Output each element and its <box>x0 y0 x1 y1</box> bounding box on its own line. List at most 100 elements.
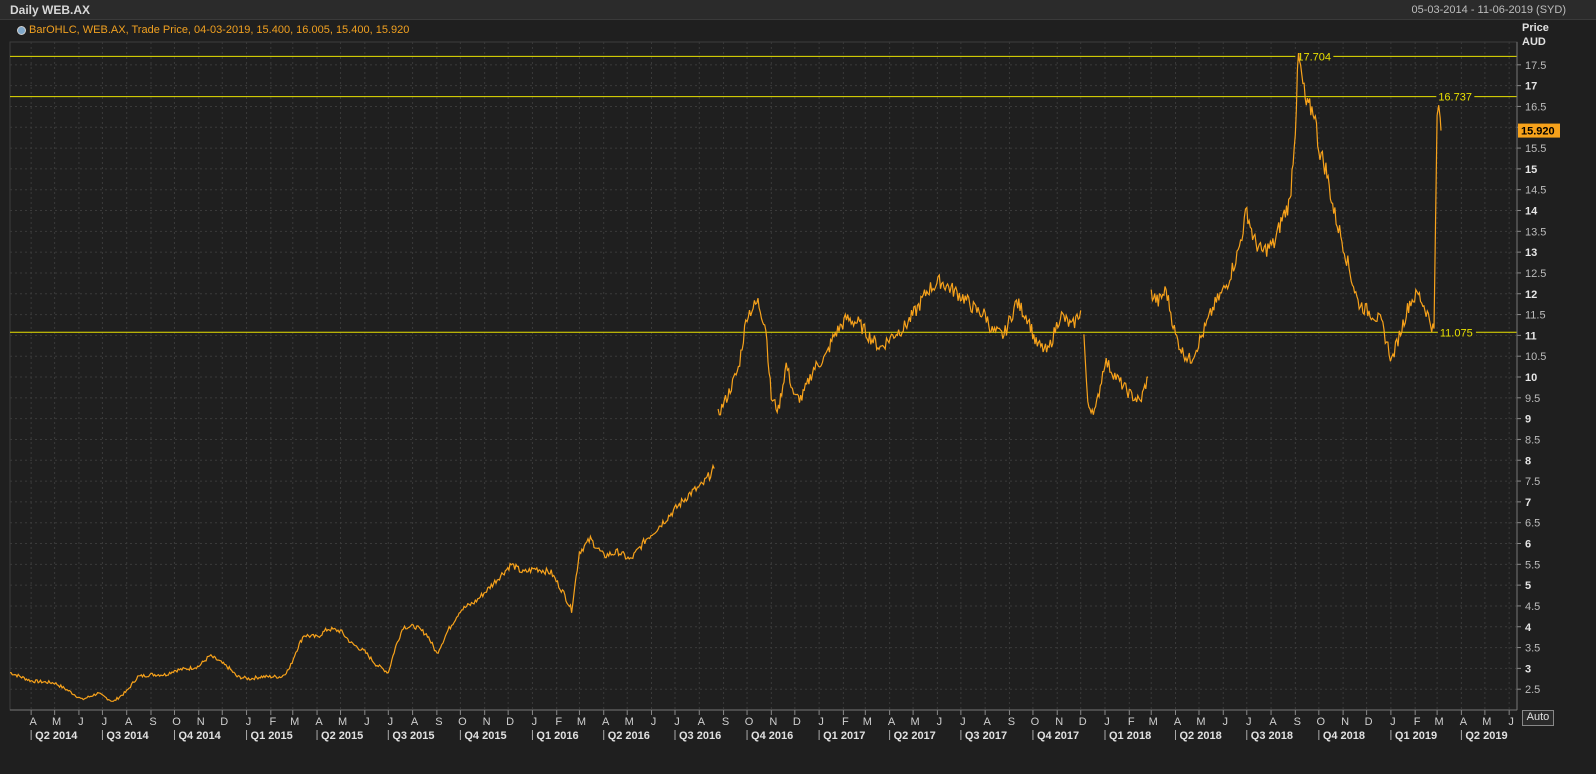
x-month-label: J <box>1390 716 1396 728</box>
x-month-label: J <box>78 716 84 728</box>
x-month-label: J <box>960 716 966 728</box>
x-month-label: N <box>197 716 205 728</box>
x-quarter-label: Q3 2018 <box>1251 730 1293 742</box>
x-month-label: S <box>149 716 156 728</box>
level-label: 17.704 <box>1297 51 1331 63</box>
x-month-label: D <box>793 716 801 728</box>
x-month-label: M <box>1482 716 1491 728</box>
x-month-label: J <box>1104 716 1110 728</box>
x-quarter-label: Q3 2014 <box>106 730 149 742</box>
x-month-label: J <box>102 716 108 728</box>
x-quarter-label: Q4 2018 <box>1323 730 1365 742</box>
x-month-label: A <box>888 716 896 728</box>
y-axis: 2.5 3 3.5 4 4.5 5 5.5 6 6.5 7 7.5 8 8.5 9 9.5 10 10.5 11 1… <box>1516 42 1560 710</box>
x-quarter-label: Q4 2017 <box>1037 730 1079 742</box>
x-month-label: J <box>651 716 657 728</box>
x-month-label: A <box>1269 716 1277 728</box>
x-month-label: J <box>246 716 252 728</box>
y-tick-label: 17 <box>1525 81 1537 93</box>
x-month-label: F <box>555 716 562 728</box>
x-month-label: M <box>863 716 872 728</box>
price-line <box>1150 53 1442 364</box>
y-tick-label: 4.5 <box>1525 601 1540 613</box>
y-tick-label: 13 <box>1525 247 1537 259</box>
x-month-label: O <box>1031 716 1040 728</box>
x-month-label: N <box>769 716 777 728</box>
last-price-label: 15.920 <box>1521 126 1555 138</box>
level-label: 11.075 <box>1440 327 1473 339</box>
x-month-label: M <box>1196 716 1205 728</box>
x-month-label: D <box>1365 716 1373 728</box>
x-month-label: S <box>1294 716 1301 728</box>
x-month-label: A <box>411 716 419 728</box>
x-quarter-label: Q1 2016 <box>536 730 578 742</box>
y-tick-label: 15 <box>1525 164 1537 176</box>
y-tick-label: 16.5 <box>1525 101 1546 113</box>
x-month-label: A <box>698 716 706 728</box>
grid-lines <box>9 41 1518 711</box>
x-quarter-label: Q1 2015 <box>251 730 293 742</box>
y-tick-label: 17.5 <box>1525 60 1546 72</box>
x-axis: AMJJASONDJFMAMJJASONDJFMAMJJASONDJFMAMJJ… <box>10 709 1517 742</box>
x-month-label: O <box>172 716 181 728</box>
x-month-label: O <box>1317 716 1326 728</box>
x-month-label: F <box>269 716 276 728</box>
x-quarter-label: Q2 2018 <box>1179 730 1221 742</box>
x-month-label: M <box>1435 716 1444 728</box>
x-month-label: F <box>1128 716 1135 728</box>
x-month-label: S <box>1008 716 1015 728</box>
x-month-label: A <box>29 716 37 728</box>
x-quarter-label: Q2 2016 <box>608 730 650 742</box>
x-month-label: N <box>1341 716 1349 728</box>
y-tick-label: 13.5 <box>1525 226 1546 238</box>
x-quarter-label: Q4 2014 <box>178 730 221 742</box>
x-quarter-label: Q4 2016 <box>751 730 793 742</box>
x-month-label: M <box>1149 716 1158 728</box>
y-tick-label: 9.5 <box>1525 393 1540 405</box>
x-month-label: J <box>818 716 824 728</box>
x-month-label: M <box>625 716 634 728</box>
price-line <box>9 463 715 702</box>
x-month-label: J <box>364 716 370 728</box>
y-tick-label: 5.5 <box>1525 559 1540 571</box>
x-quarter-label: Q1 2018 <box>1109 730 1151 742</box>
x-month-label: M <box>911 716 920 728</box>
x-quarter-label: Q4 2015 <box>464 730 506 742</box>
x-month-label: A <box>125 716 133 728</box>
y-tick-label: 11.5 <box>1525 310 1546 322</box>
y-tick-label: 8 <box>1525 455 1531 467</box>
y-tick-label: 2.5 <box>1525 684 1540 696</box>
x-month-label: M <box>290 716 299 728</box>
y-tick-label: 4 <box>1525 622 1532 634</box>
x-quarter-label: Q1 2019 <box>1395 730 1437 742</box>
x-month-label: S <box>435 716 442 728</box>
y-tick-label: 10.5 <box>1525 351 1546 363</box>
x-month-label: J <box>532 716 538 728</box>
price-line <box>1083 334 1149 415</box>
x-month-label: F <box>842 716 849 728</box>
plot-frame <box>9 41 1518 711</box>
x-month-label: J <box>674 716 680 728</box>
price-chart[interactable]: 17.704 16.737 11.075 2.5 3 3.5 4 4.5 5 5.5 6 6.5 7 7… <box>0 0 1596 774</box>
x-month-label: D <box>506 716 514 728</box>
x-month-label: J <box>937 716 943 728</box>
auto-scale-button[interactable]: Auto <box>1522 710 1554 726</box>
x-month-label: J <box>1246 716 1252 728</box>
x-quarter-label: Q3 2016 <box>679 730 721 742</box>
x-month-label: O <box>745 716 754 728</box>
x-month-label: A <box>315 716 323 728</box>
y-tick-label: 8.5 <box>1525 434 1540 446</box>
y-tick-label: 10 <box>1525 372 1537 384</box>
x-quarter-label: Q2 2019 <box>1465 730 1507 742</box>
x-month-label: M <box>577 716 586 728</box>
x-quarter-label: Q1 2017 <box>823 730 865 742</box>
y-tick-label: 15.5 <box>1525 143 1546 155</box>
x-quarter-label: Q2 2015 <box>321 730 363 742</box>
x-month-label: A <box>1174 716 1182 728</box>
x-month-label: A <box>983 716 991 728</box>
x-quarter-label: Q2 2017 <box>894 730 936 742</box>
x-month-label: D <box>220 716 228 728</box>
y-tick-label: 9 <box>1525 414 1531 426</box>
x-month-label: J <box>1223 716 1229 728</box>
x-month-label: J <box>388 716 394 728</box>
